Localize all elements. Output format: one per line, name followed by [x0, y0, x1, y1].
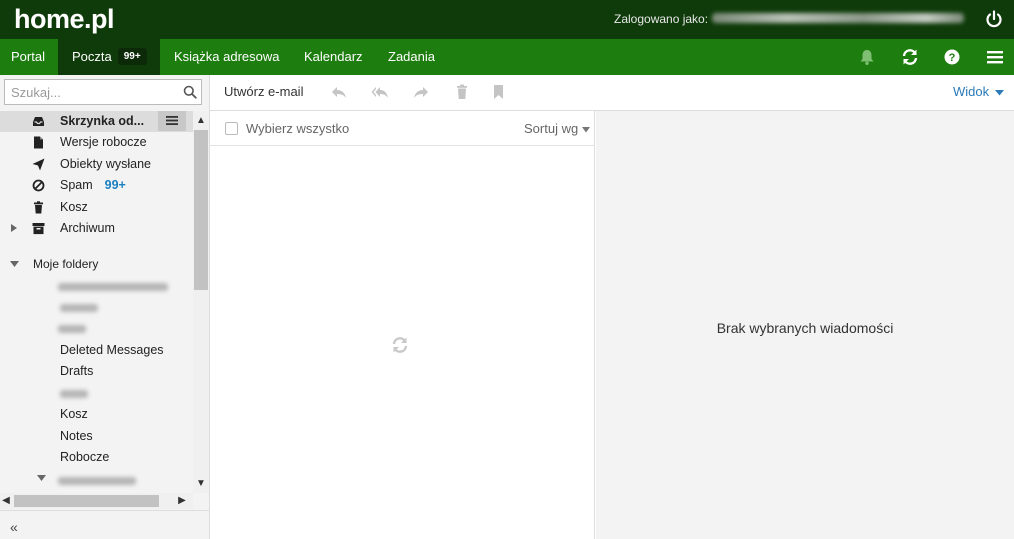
scroll-up-icon[interactable]: ▲ — [195, 115, 207, 127]
folder-tree: Skrzynka od... Wersje robocze Obiekty wy… — [0, 111, 193, 493]
redacted-folder[interactable] — [58, 283, 168, 291]
no-message-selected-text: Brak wybranych wiadomości — [716, 320, 894, 336]
folder-drafts[interactable]: Wersje robocze — [0, 132, 193, 153]
message-list: Wybierz wszystko Sortuj wg — [210, 111, 595, 539]
folder-custom-trash[interactable]: Kosz — [0, 404, 193, 425]
section-label: Moje foldery — [33, 257, 99, 271]
scroll-left-icon[interactable]: ◀ — [0, 495, 12, 507]
sort-label: Sortuj wg — [524, 121, 579, 136]
forward-icon[interactable] — [412, 84, 430, 100]
nav-calendar-label: Kalendarz — [304, 49, 363, 64]
folder-label: Robocze — [60, 450, 110, 464]
archive-icon — [32, 223, 45, 235]
folder-label: Obiekty wysłane — [60, 157, 152, 171]
scroll-right-icon[interactable]: ▶ — [176, 495, 188, 507]
expand-down-icon[interactable] — [10, 261, 19, 268]
chevron-down-icon — [581, 127, 590, 133]
horizontal-scroll-thumb[interactable] — [14, 495, 159, 507]
folder-custom-drafts[interactable]: Drafts — [0, 361, 193, 382]
folder-label: Spam — [60, 178, 93, 192]
divider — [0, 510, 209, 511]
trash-icon — [34, 201, 43, 214]
user-email-redacted — [712, 13, 964, 23]
scroll-down-icon[interactable]: ▼ — [195, 478, 207, 490]
delete-icon[interactable] — [453, 84, 471, 100]
search-box — [4, 79, 202, 105]
redacted-folder[interactable] — [58, 325, 86, 333]
folder-label: Archiwum — [60, 221, 115, 235]
redacted-folder[interactable] — [58, 477, 136, 485]
bookmark-icon[interactable] — [490, 84, 508, 100]
folder-label: Notes — [60, 429, 93, 443]
expand-right-icon[interactable] — [10, 224, 18, 232]
folder-label: Skrzynka od... — [60, 114, 145, 128]
menu-icon[interactable] — [985, 47, 1005, 67]
vertical-scroll-thumb[interactable] — [194, 130, 208, 290]
loading-spinner-icon — [392, 337, 408, 353]
select-all-checkbox[interactable] — [225, 122, 238, 135]
list-header: Wybierz wszystko Sortuj wg — [210, 111, 595, 146]
mail-toolbar: Utwórz e-mail Widok — [210, 75, 1014, 111]
spam-count: 99+ — [104, 178, 126, 192]
bell-icon[interactable] — [857, 47, 877, 67]
logged-in-label: Zalogowano jako: — [614, 12, 709, 26]
folder-trash[interactable]: Kosz — [0, 197, 193, 218]
refresh-icon[interactable] — [900, 47, 920, 67]
redacted-folder[interactable] — [60, 304, 98, 312]
collapse-sidebar-button[interactable]: « — [10, 519, 18, 535]
nav-mail[interactable]: Poczta 99+ — [58, 39, 160, 75]
folder-notes[interactable]: Notes — [0, 426, 193, 447]
spam-icon — [32, 179, 45, 192]
folder-deleted-messages[interactable]: Deleted Messages — [0, 340, 193, 361]
top-bar: home.pl Zalogowano jako: — [0, 0, 1014, 39]
expand-down-icon[interactable] — [37, 475, 46, 482]
folder-menu-button[interactable] — [158, 111, 186, 131]
view-dropdown[interactable]: Widok — [953, 84, 1004, 99]
folder-label-wrap: Spam 99+ — [60, 175, 126, 196]
nav-bar: Portal Poczta 99+ Książka adresowa Kalend… — [0, 39, 1014, 75]
mail-count-badge: 99+ — [117, 48, 147, 66]
nav-address-book[interactable]: Książka adresowa — [174, 39, 280, 75]
sort-dropdown[interactable]: Sortuj wg — [524, 121, 590, 136]
nav-calendar[interactable]: Kalendarz — [304, 39, 363, 75]
sidebar: Skrzynka od... Wersje robocze Obiekty — [0, 75, 210, 539]
folder-sent[interactable]: Obiekty wysłane — [0, 154, 193, 175]
logo[interactable]: home.pl — [14, 4, 115, 35]
search-icon[interactable] — [183, 85, 197, 99]
send-icon — [32, 158, 45, 171]
select-all-label[interactable]: Wybierz wszystko — [246, 121, 349, 136]
redacted-folder[interactable] — [60, 390, 88, 398]
draft-icon — [34, 136, 43, 149]
nav-portal[interactable]: Portal — [11, 39, 45, 75]
view-label: Widok — [953, 84, 990, 99]
nav-tasks-label: Zadania — [388, 49, 435, 64]
folder-spam[interactable]: Spam 99+ — [0, 175, 193, 196]
compose-button[interactable]: Utwórz e-mail — [224, 84, 303, 99]
folder-label: Deleted Messages — [60, 343, 164, 357]
logout-icon[interactable] — [984, 9, 1004, 29]
search-input[interactable] — [5, 80, 177, 104]
message-preview-pane: Brak wybranych wiadomości — [596, 111, 1014, 539]
folder-label: Wersje robocze — [60, 135, 147, 149]
folder-label: Kosz — [60, 407, 88, 421]
chevron-down-icon — [994, 90, 1004, 96]
folder-label: Kosz — [60, 200, 88, 214]
nav-mail-label: Poczta — [72, 49, 112, 64]
inbox-icon — [33, 117, 44, 126]
reply-all-icon[interactable] — [371, 84, 389, 100]
folder-archive[interactable]: Archiwum — [0, 218, 193, 239]
folder-robocze[interactable]: Robocze — [0, 447, 193, 468]
help-icon[interactable]: ? — [942, 47, 962, 67]
menu-icon — [166, 116, 178, 125]
nav-portal-label: Portal — [11, 49, 45, 64]
my-folders-header[interactable]: Moje foldery — [0, 254, 193, 275]
nav-address-book-label: Książka adresowa — [174, 49, 280, 64]
nav-tasks[interactable]: Zadania — [388, 39, 435, 75]
reply-icon[interactable] — [330, 84, 348, 100]
folder-label: Drafts — [60, 364, 94, 378]
svg-text:?: ? — [949, 52, 956, 64]
folder-inbox[interactable]: Skrzynka od... — [0, 111, 193, 132]
